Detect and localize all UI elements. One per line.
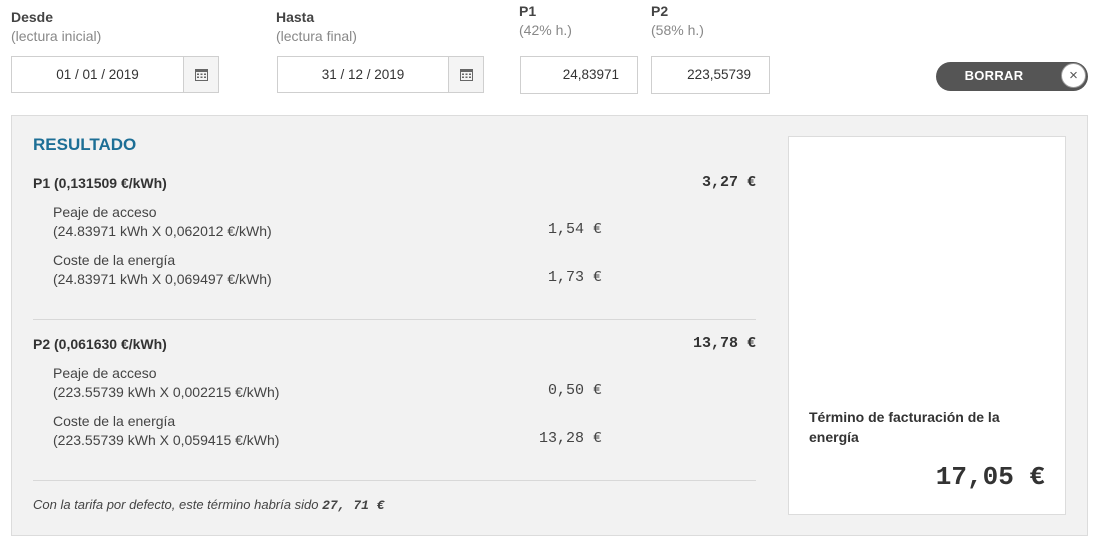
desde-date-value[interactable]: 01 / 01 / 2019 <box>12 57 183 92</box>
close-icon[interactable]: × <box>1061 63 1086 88</box>
p1-subtitle: (42% h.) <box>519 22 572 38</box>
divider <box>33 480 756 481</box>
p1-label: P1 (42% h.) <box>519 2 572 40</box>
hasta-date-input[interactable]: 31 / 12 / 2019 <box>277 56 484 93</box>
hasta-subtitle: (lectura final) <box>276 28 357 44</box>
divider <box>33 319 756 320</box>
list-item: Coste de la energía (223.55739 kWh X 0,0… <box>53 412 279 450</box>
item-amount: 0,50 € <box>547 382 602 399</box>
hasta-title: Hasta <box>276 9 315 25</box>
result-title: RESULTADO <box>33 135 137 154</box>
item-amount: 1,54 € <box>547 221 602 238</box>
hasta-date-value[interactable]: 31 / 12 / 2019 <box>278 57 448 92</box>
p2-subtitle: (58% h.) <box>651 22 704 38</box>
item-title: Peaje de acceso <box>53 365 157 381</box>
footnote-text: Con la tarifa por defecto, este término … <box>33 497 319 512</box>
item-amount: 13,28 € <box>538 430 602 447</box>
p2-section-amount: 13,78 € <box>692 335 756 352</box>
total-box: Término de facturación de la energía 17,… <box>788 136 1066 515</box>
clear-button-label: BORRAR <box>964 68 1024 83</box>
item-title: Coste de la energía <box>53 413 176 429</box>
item-title: Peaje de acceso <box>53 204 157 220</box>
calendar-icon[interactable] <box>183 57 218 92</box>
list-item: Coste de la energía (24.83971 kWh X 0,06… <box>53 251 272 289</box>
desde-title: Desde <box>11 9 54 25</box>
calendar-icon[interactable] <box>448 57 483 92</box>
p1-title: P1 <box>519 3 537 19</box>
item-amount: 1,73 € <box>547 269 602 286</box>
desde-label: Desde (lectura inicial) <box>11 8 101 46</box>
p2-section-heading: P2 (0,061630 €/kWh) <box>33 336 167 352</box>
footnote-value: 27, 71 € <box>322 498 385 513</box>
item-title: Coste de la energía <box>53 252 176 268</box>
p1-section-amount: 3,27 € <box>701 174 756 191</box>
p1-input[interactable]: 24,83971 <box>520 56 638 94</box>
desde-subtitle: (lectura inicial) <box>11 28 102 44</box>
total-amount: 17,05 € <box>935 462 1045 492</box>
clear-button[interactable]: BORRAR × <box>936 62 1088 91</box>
hasta-label: Hasta (lectura final) <box>276 8 357 46</box>
item-detail: (223.55739 kWh X 0,002215 €/kWh) <box>53 384 280 400</box>
desde-date-input[interactable]: 01 / 01 / 2019 <box>11 56 219 93</box>
item-detail: (223.55739 kWh X 0,059415 €/kWh) <box>53 432 280 448</box>
p2-label: P2 (58% h.) <box>651 2 704 40</box>
total-label: Término de facturación de la energía <box>809 409 1000 445</box>
list-item: Peaje de acceso (24.83971 kWh X 0,062012… <box>53 203 272 241</box>
item-detail: (24.83971 kWh X 0,062012 €/kWh) <box>53 223 272 239</box>
p2-title: P2 <box>651 3 669 19</box>
default-tariff-note: Con la tarifa por defecto, este término … <box>33 497 384 513</box>
p2-input[interactable]: 223,55739 <box>651 56 770 94</box>
list-item: Peaje de acceso (223.55739 kWh X 0,00221… <box>53 364 279 402</box>
item-detail: (24.83971 kWh X 0,069497 €/kWh) <box>53 271 272 287</box>
p1-section-heading: P1 (0,131509 €/kWh) <box>33 175 167 191</box>
